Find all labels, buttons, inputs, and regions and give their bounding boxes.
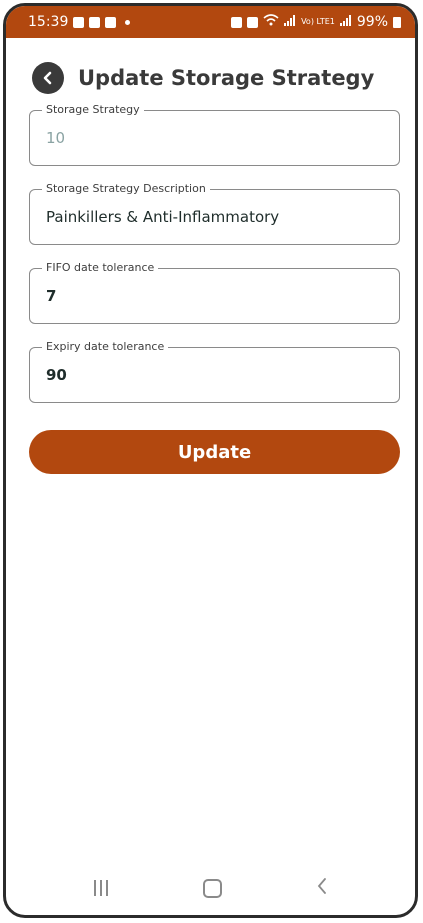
description-value: Painkillers & Anti-Inflammatory bbox=[46, 208, 280, 226]
battery-percent: 99% bbox=[356, 14, 388, 30]
signal-icon bbox=[284, 14, 296, 30]
recents-icon bbox=[93, 880, 96, 896]
lock-icon bbox=[231, 16, 243, 28]
notification-dot-icon bbox=[125, 19, 131, 25]
alarm-icon bbox=[247, 16, 259, 28]
fifo-tolerance-label: FIFO date tolerance bbox=[42, 261, 159, 274]
expiry-tolerance-value: 90 bbox=[46, 366, 67, 384]
phone-frame: 15:39 Vo) LTE1 99% Update Storage Strate… bbox=[3, 3, 418, 918]
storage-strategy-label: Storage Strategy bbox=[42, 103, 144, 116]
update-button[interactable]: Update bbox=[29, 430, 400, 474]
network-type: Vo) LTE1 bbox=[301, 17, 335, 26]
system-nav-bar bbox=[6, 861, 415, 915]
storage-strategy-value: 10 bbox=[46, 129, 66, 147]
wifi-icon bbox=[263, 14, 279, 30]
expiry-tolerance-label: Expiry date tolerance bbox=[42, 340, 169, 353]
fifo-tolerance-field[interactable]: FIFO date tolerance 7 bbox=[29, 261, 400, 324]
chevron-left-icon bbox=[43, 71, 52, 85]
gallery-icon bbox=[73, 16, 85, 28]
storage-strategy-field[interactable]: Storage Strategy 10 bbox=[29, 103, 400, 166]
description-field[interactable]: Storage Strategy Description Painkillers… bbox=[29, 182, 400, 245]
status-time: 15:39 bbox=[28, 14, 69, 30]
description-label: Storage Strategy Description bbox=[42, 182, 210, 195]
nav-back-icon bbox=[318, 878, 327, 894]
home-button[interactable] bbox=[202, 878, 222, 898]
back-nav-button[interactable] bbox=[317, 878, 327, 898]
youtube-icon bbox=[89, 16, 101, 28]
fifo-tolerance-value: 7 bbox=[46, 287, 57, 305]
expiry-tolerance-field[interactable]: Expiry date tolerance 90 bbox=[29, 340, 400, 403]
status-bar: 15:39 Vo) LTE1 99% bbox=[6, 6, 415, 38]
shopping-bag-icon bbox=[105, 16, 117, 28]
battery-icon bbox=[393, 16, 401, 28]
recents-button[interactable] bbox=[93, 880, 108, 896]
page-title: Update Storage Strategy bbox=[78, 66, 375, 90]
signal-icon-2 bbox=[339, 14, 352, 30]
back-button[interactable] bbox=[32, 62, 64, 94]
page-header: Update Storage Strategy bbox=[32, 62, 374, 94]
